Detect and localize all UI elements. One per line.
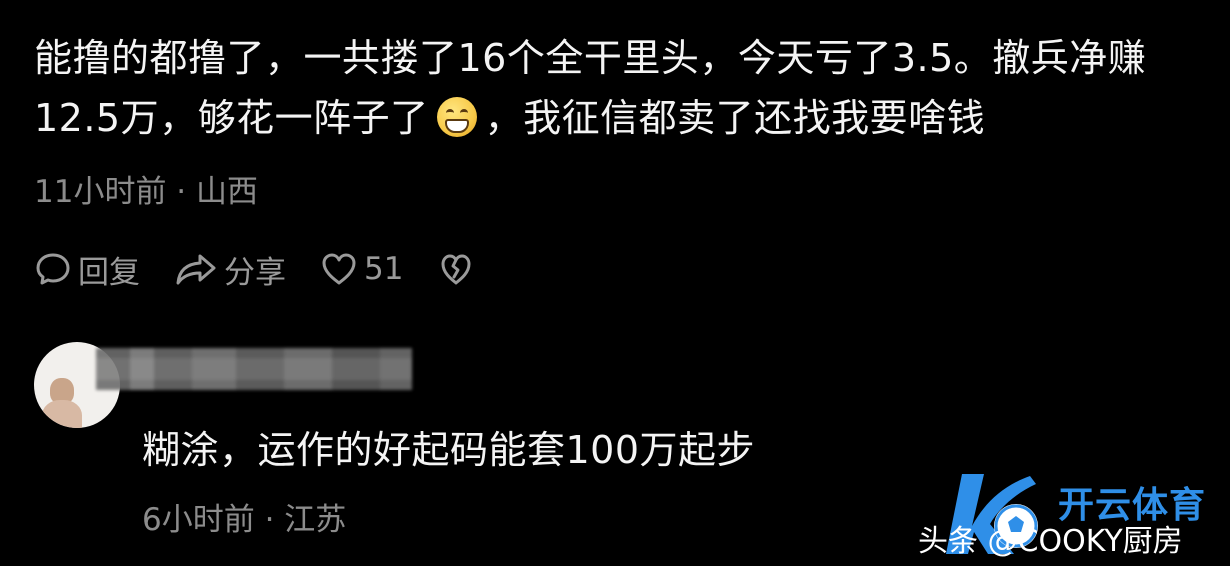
grinning-face-icon — [436, 97, 477, 137]
broken-heart-icon — [441, 254, 471, 285]
comment-text-part-2: ，我征信都卖了还找我要啥钱 — [484, 96, 986, 140]
share-button[interactable]: 分享 — [174, 247, 286, 292]
like-count: 51 — [364, 251, 404, 287]
dislike-button[interactable] — [437, 250, 481, 288]
reply-label: 回复 — [78, 254, 140, 291]
comment-text: 能撸的都撸了，一共搂了16个全干里头，今天亏了3.5。撤兵净赚12.5万，够花一… — [34, 28, 1204, 148]
comment-bubble-icon — [36, 253, 70, 285]
heart-icon — [322, 253, 356, 285]
reply-meta: 6小时前 · 江苏 — [142, 502, 347, 538]
like-button[interactable]: 51 — [320, 250, 403, 288]
comment-meta: 11小时前 · 山西 — [34, 174, 259, 210]
comment-actions: 回复 分享 51 — [34, 246, 515, 292]
share-arrow-icon — [176, 254, 216, 285]
watermark-source: 头条 @COOKY厨房 — [918, 524, 1183, 559]
reply-button[interactable]: 回复 — [34, 247, 140, 292]
share-label: 分享 — [224, 254, 286, 291]
blurred-username[interactable] — [96, 348, 412, 390]
reply-text: 糊涂，运作的好起码能套100万起步 — [142, 428, 756, 472]
